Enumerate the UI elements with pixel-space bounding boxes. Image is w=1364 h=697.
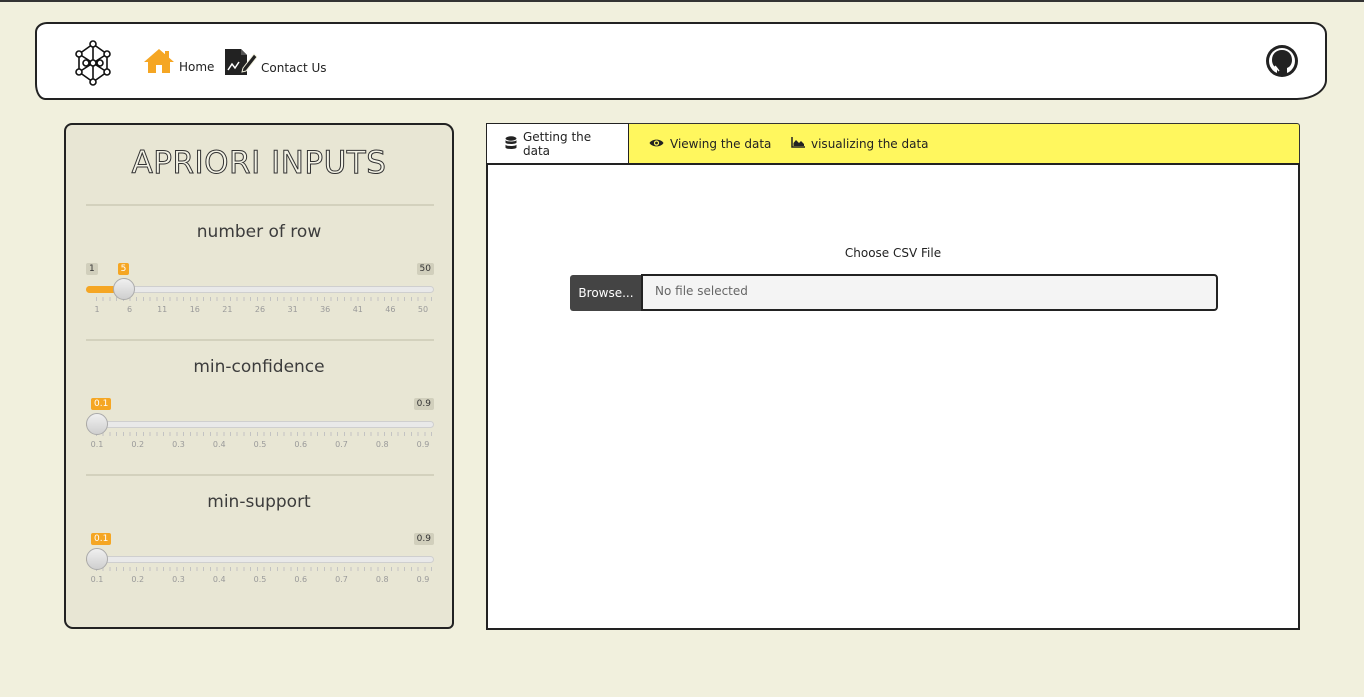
tab-label: Viewing the data — [670, 137, 772, 151]
slider-tick-label: 50 — [417, 305, 429, 314]
area-chart-icon — [791, 137, 805, 151]
slider-min-label: 1 — [86, 263, 98, 275]
slider-max-label: 50 — [416, 263, 434, 275]
slider-track[interactable] — [86, 286, 434, 293]
slider-handle[interactable] — [86, 413, 108, 435]
database-icon — [505, 135, 517, 153]
slider-tick-label: 0.3 — [172, 575, 185, 584]
slider-tick-labels: 0.1 0.2 0.3 0.4 0.5 0.6 0.7 0.8 0.9 — [86, 440, 434, 452]
slider-tick-label: 0.4 — [212, 575, 226, 584]
slider-tick-label: 0.1 — [90, 575, 104, 584]
slider-tick-labels: 1 6 11 16 21 26 31 36 41 46 50 — [86, 305, 434, 317]
slider-tick-label: 0.9 — [416, 440, 430, 449]
slider-tick-label: 21 — [222, 305, 233, 314]
apriori-inputs-panel: APRIORI INPUTS number of row 1 5 50 1 6 11… — [64, 123, 454, 629]
tab-content-panel: Choose CSV File Browse... No file select… — [486, 163, 1300, 630]
divider — [86, 339, 434, 341]
slider-label-support: min-support — [207, 492, 311, 512]
top-border-line — [0, 0, 1364, 2]
neural-network-logo-icon[interactable] — [73, 40, 113, 86]
slider-tick-label: 0.3 — [172, 440, 185, 449]
number-of-row-slider[interactable]: 1 5 50 1 6 11 16 21 26 31 36 41 46 50 — [86, 263, 434, 323]
tab-getting-the-data[interactable]: Getting the data — [486, 123, 629, 164]
slider-tick-label: 0.4 — [212, 440, 226, 449]
file-upload-label: Choose CSV File — [844, 246, 942, 260]
slider-ticks — [86, 432, 434, 438]
slider-current-value: 5 — [117, 263, 130, 275]
home-icon — [143, 48, 175, 78]
slider-track[interactable] — [86, 556, 434, 563]
tab-label: visualizing the data — [811, 137, 929, 151]
tab-viewing-the-data[interactable]: Viewing the data — [649, 124, 771, 164]
browse-button[interactable]: Browse... — [570, 275, 642, 311]
nav-home-label: Home — [179, 60, 215, 74]
slider-tick-label: 31 — [287, 305, 298, 314]
slider-tick-label: 0.5 — [253, 440, 267, 449]
github-icon[interactable] — [1265, 44, 1299, 78]
slider-tick-label: 0.5 — [253, 575, 267, 584]
slider-tick-label: 46 — [385, 305, 396, 314]
edit-document-icon — [223, 48, 258, 80]
slider-max-label: 0.9 — [413, 533, 434, 545]
slider-label-rows: number of row — [196, 222, 322, 242]
slider-current-value: 0.1 — [91, 533, 112, 545]
divider — [86, 204, 434, 206]
slider-tick-label: 0.8 — [375, 575, 389, 584]
slider-ticks — [86, 567, 434, 573]
slider-tick-labels: 0.1 0.2 0.3 0.4 0.5 0.6 0.7 0.8 0.9 — [86, 575, 434, 587]
min-support-slider[interactable]: 0.1 0.9 0.1 0.2 0.3 0.4 0.5 0.6 0.7 0.8 0.9 — [86, 533, 434, 593]
slider-tick-label: 0.8 — [375, 440, 389, 449]
slider-tick-label: 16 — [189, 305, 200, 314]
slider-tick-label: 0.9 — [416, 575, 430, 584]
navbar: Home Contact Us — [35, 22, 1327, 100]
slider-current-value: 0.1 — [91, 398, 112, 410]
file-name-field[interactable]: No file selected — [641, 274, 1218, 311]
panel-title: APRIORI INPUTS — [131, 145, 387, 182]
slider-handle[interactable] — [86, 548, 108, 570]
slider-tick-label: 0.6 — [294, 575, 308, 584]
slider-tick-label: 0.7 — [335, 575, 348, 584]
slider-tick-label: 0.7 — [335, 440, 348, 449]
slider-tick-label: 0.2 — [131, 440, 145, 449]
slider-label-confidence: min-confidence — [193, 357, 325, 377]
slider-tick-label: 1 — [94, 305, 100, 314]
min-confidence-slider[interactable]: 0.1 0.9 0.1 0.2 0.3 0.4 0.5 0.6 0.7 0.8 0.9 — [86, 398, 434, 458]
slider-tick-label: 36 — [320, 305, 331, 314]
slider-track[interactable] — [86, 421, 434, 428]
eye-icon — [649, 137, 664, 151]
slider-tick-label: 41 — [352, 305, 363, 314]
slider-max-label: 0.9 — [413, 398, 434, 410]
divider — [86, 474, 434, 476]
tab-bar: Getting the data Viewing the data visual… — [486, 123, 1300, 164]
slider-handle[interactable] — [112, 278, 135, 300]
tab-visualizing-the-data[interactable]: visualizing the data — [791, 124, 929, 164]
nav-home-link[interactable]: Home — [143, 48, 214, 78]
slider-tick-label: 0.6 — [294, 440, 308, 449]
tab-label: Getting the data — [523, 130, 592, 158]
slider-tick-label: 0.2 — [131, 575, 145, 584]
slider-ticks — [86, 297, 434, 303]
slider-tick-label: 6 — [127, 305, 133, 314]
slider-tick-label: 0.1 — [90, 440, 104, 449]
slider-tick-label: 11 — [157, 305, 168, 314]
nav-contact-link[interactable]: Contact Us — [223, 48, 327, 80]
nav-contact-label: Contact Us — [261, 61, 327, 75]
slider-tick-label: 26 — [254, 305, 266, 314]
